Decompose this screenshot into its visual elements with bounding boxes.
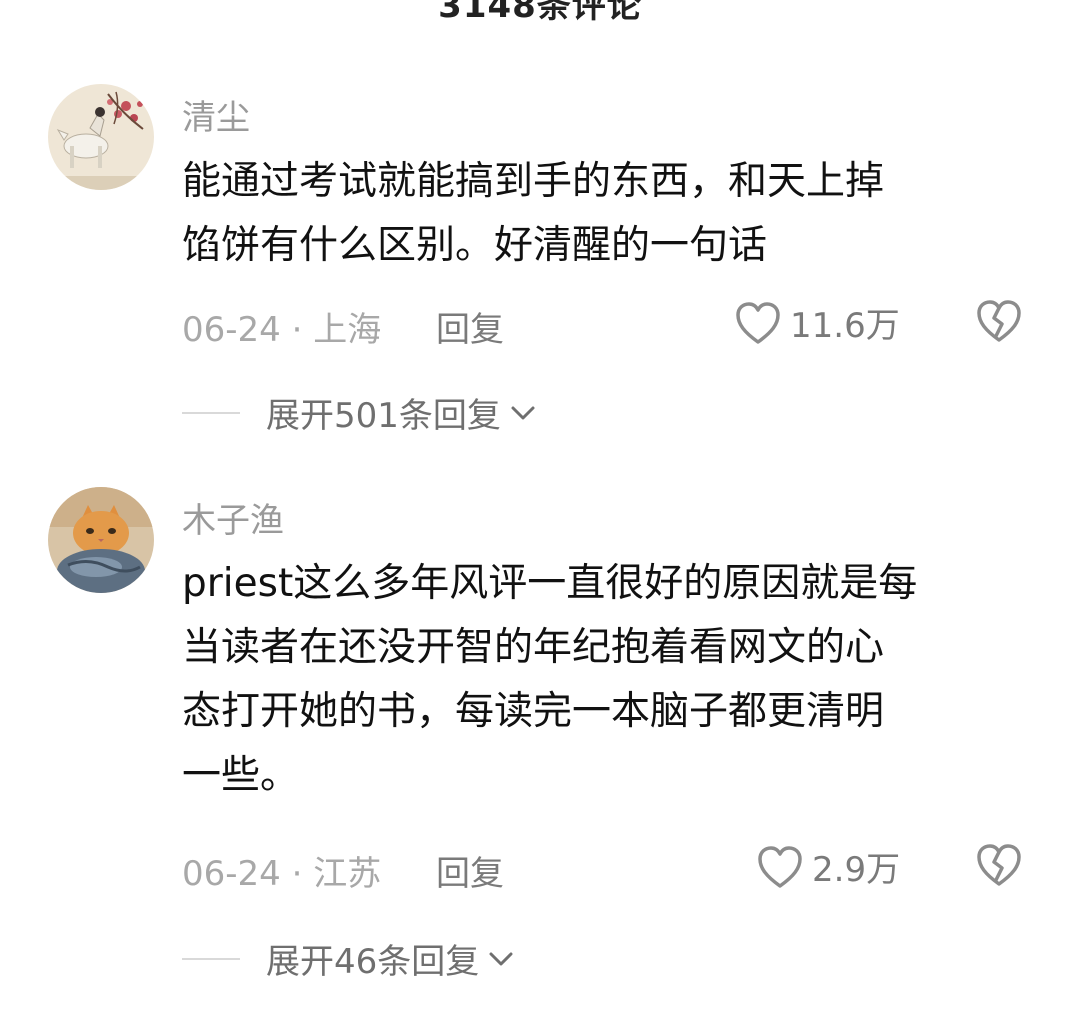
like-button[interactable]: 2.9万 <box>756 842 900 891</box>
broken-heart-icon <box>977 844 1021 886</box>
heart-icon <box>758 845 802 888</box>
comment-text-line: 当读者在还没开智的年纪抱着看网文的心 <box>182 625 885 670</box>
comment-text: priest这么多年风评一直很好的原因就是每 当读者在还没开智的年纪抱着看网文的… <box>182 552 1032 808</box>
comment-text-line: priest这么多年风评一直很好的原因就是每 <box>182 561 918 606</box>
avatar[interactable] <box>48 487 154 593</box>
comment-text-line: 态打开她的书，每读完一本脑子都更清明 <box>182 689 885 734</box>
dislike-button[interactable] <box>974 842 1024 892</box>
divider-line <box>182 957 240 960</box>
comment-username[interactable]: 木子渔 <box>182 493 284 542</box>
comment-item: 木子渔 priest这么多年风评一直很好的原因就是每 当读者在还没开智的年纪抱着… <box>0 0 1080 1009</box>
like-count: 2.9万 <box>812 850 901 890</box>
comment-text-line: 一些。 <box>182 753 300 798</box>
expand-replies-button[interactable]: 展开46条回复 <box>182 934 515 983</box>
comment-date-location: 06-24 · 江苏 <box>182 854 382 894</box>
avatar-cat-icon <box>48 487 154 593</box>
reply-button[interactable]: 回复 <box>436 846 504 895</box>
expand-replies-label: 展开46条回复 <box>266 942 480 982</box>
chevron-down-icon <box>487 949 515 969</box>
